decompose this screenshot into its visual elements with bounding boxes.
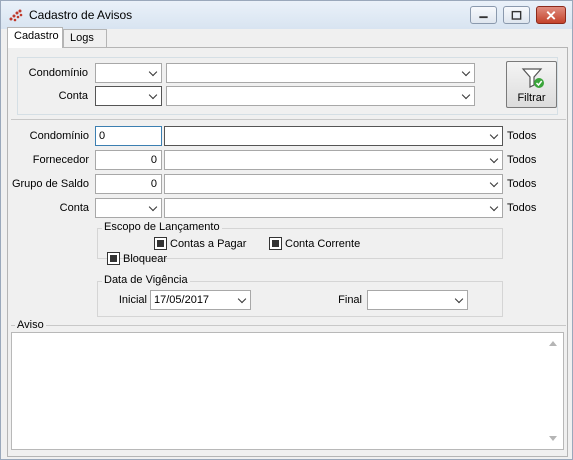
conta-name-select[interactable]	[164, 198, 503, 218]
inicial-date-value: 17/05/2017	[154, 294, 210, 306]
conta-corrente-label: Conta Corrente	[285, 238, 361, 250]
fornecedor-code-value: 0	[150, 154, 157, 166]
condominio-name-select[interactable]	[164, 126, 503, 146]
close-button[interactable]	[536, 6, 566, 24]
contas-a-pagar-checkbox[interactable]	[154, 237, 167, 250]
conta-label: Conta	[59, 202, 89, 214]
grupo-saldo-code-input[interactable]: 0	[95, 174, 162, 194]
filter-condominio-name-select[interactable]	[166, 63, 475, 83]
escopo-title: Escopo de Lançamento	[102, 221, 222, 233]
title-bar: Cadastro de Avisos	[1, 1, 572, 29]
inicial-label: Inicial	[118, 294, 147, 306]
fornecedor-name-select[interactable]	[164, 150, 503, 170]
filter-conta-name-select[interactable]	[166, 86, 475, 106]
minimize-button[interactable]	[470, 6, 497, 24]
filtrar-button[interactable]: Filtrar	[506, 61, 557, 108]
bloquear-checkbox[interactable]	[107, 252, 120, 265]
final-label: Final	[338, 294, 362, 306]
tab-cadastro[interactable]: Cadastro	[7, 27, 63, 48]
filter-condominio-code-select[interactable]	[95, 63, 162, 83]
maximize-icon	[511, 10, 522, 20]
filtrar-button-label: Filtrar	[517, 92, 546, 104]
vigencia-title: Data de Vigência	[102, 274, 190, 286]
fornecedor-todos-label: Todos	[507, 154, 537, 166]
close-icon	[546, 11, 556, 20]
filter-funnel-icon	[521, 68, 544, 88]
aviso-label: Aviso	[15, 319, 46, 331]
final-date-picker[interactable]	[367, 290, 468, 310]
conta-corrente-checkbox[interactable]	[269, 237, 282, 250]
fornecedor-code-input[interactable]: 0	[95, 150, 162, 170]
inicial-date-picker[interactable]: 17/05/2017	[150, 290, 251, 310]
grupo-saldo-name-select[interactable]	[164, 174, 503, 194]
condominio-code-value: 0	[99, 130, 106, 142]
contas-a-pagar-label: Contas a Pagar	[170, 238, 247, 250]
fornecedor-label: Fornecedor	[32, 154, 89, 166]
condominio-todos-label: Todos	[507, 130, 537, 142]
conta-code-select[interactable]	[95, 198, 162, 218]
tab-logs[interactable]: Logs	[63, 29, 107, 48]
filter-conta-code-select[interactable]	[95, 86, 162, 106]
maximize-button[interactable]	[503, 6, 530, 24]
conta-todos-label: Todos	[507, 202, 537, 214]
scroll-down-icon[interactable]	[549, 436, 557, 441]
scroll-up-icon[interactable]	[549, 341, 557, 346]
filter-condominio-label: Condomínio	[28, 67, 88, 79]
minimize-icon	[479, 16, 488, 19]
section-divider	[11, 119, 566, 120]
aviso-divider	[11, 325, 566, 326]
filter-conta-label: Conta	[58, 90, 88, 102]
grupo-saldo-todos-label: Todos	[507, 178, 537, 190]
bloquear-label: Bloquear	[123, 253, 168, 265]
aviso-textarea[interactable]	[11, 332, 564, 450]
condominio-label: Condomínio	[29, 130, 89, 142]
grupo-saldo-code-value: 0	[150, 178, 157, 190]
condominio-code-input[interactable]: 0	[95, 126, 162, 146]
app-logo-icon	[9, 9, 23, 22]
cadastro-avisos-window: Cadastro de Avisos Cadastro Logs Condomí…	[0, 0, 573, 460]
grupo-saldo-label: Grupo de Saldo	[11, 178, 89, 190]
window-title: Cadastro de Avisos	[29, 8, 133, 22]
